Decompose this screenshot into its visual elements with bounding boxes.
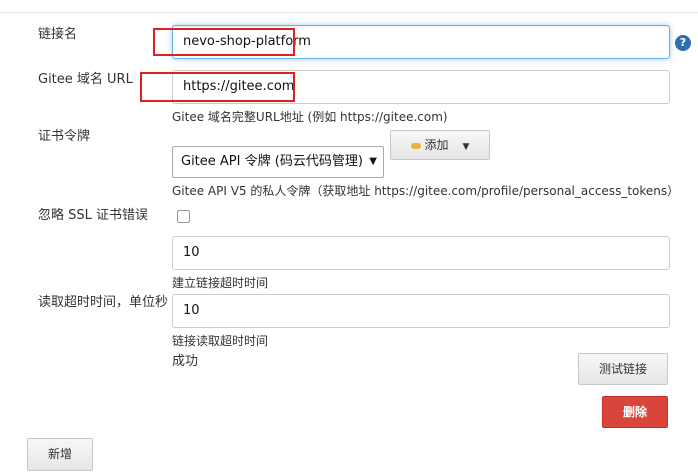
credentials-label: 证书令牌 <box>38 129 91 144</box>
credentials-selected-value: Gitee API 令牌 (码云代码管理) <box>181 154 363 169</box>
ignore-ssl-label: 忽略 SSL 证书错误 <box>38 208 149 223</box>
caret-down-icon: ▼ <box>462 142 470 152</box>
select-arrow-icon: ▼ <box>369 156 377 167</box>
test-connection-button[interactable]: 测试链接 <box>578 353 668 385</box>
credentials-select[interactable]: Gitee API 令牌 (码云代码管理) ▼ <box>172 146 384 178</box>
gitee-url-label: Gitee 域名 URL <box>38 72 133 87</box>
add-new-button[interactable]: 新增 <box>27 438 93 471</box>
key-icon <box>410 142 421 149</box>
add-credentials-label: 添加 <box>424 138 449 152</box>
ignore-ssl-checkbox[interactable] <box>177 210 190 223</box>
gitee-url-help: Gitee 域名完整URL地址 (例如 https://gitee.com) <box>172 110 448 124</box>
read-timeout-help: 链接读取超时时间 <box>172 334 269 348</box>
delete-button[interactable]: 删除 <box>602 396 668 428</box>
connect-timeout-input[interactable]: 10 <box>172 236 670 270</box>
top-divider <box>0 12 698 13</box>
connect-timeout-help: 建立链接超时时间 <box>172 276 269 290</box>
link-name-input[interactable]: nevo-shop-platform <box>172 25 670 59</box>
help-icon[interactable]: ? <box>675 35 691 51</box>
link-name-label: 链接名 <box>38 27 78 42</box>
credentials-help: Gitee API V5 的私人令牌（获取地址 https://gitee.co… <box>172 184 680 198</box>
read-timeout-input[interactable]: 10 <box>172 294 670 328</box>
gitee-url-input[interactable]: https://gitee.com <box>172 70 670 104</box>
add-credentials-button[interactable]: 添加 ▼ <box>390 130 490 160</box>
read-timeout-label: 读取超时时间，单位秒 <box>38 295 169 310</box>
status-text: 成功 <box>172 354 199 369</box>
